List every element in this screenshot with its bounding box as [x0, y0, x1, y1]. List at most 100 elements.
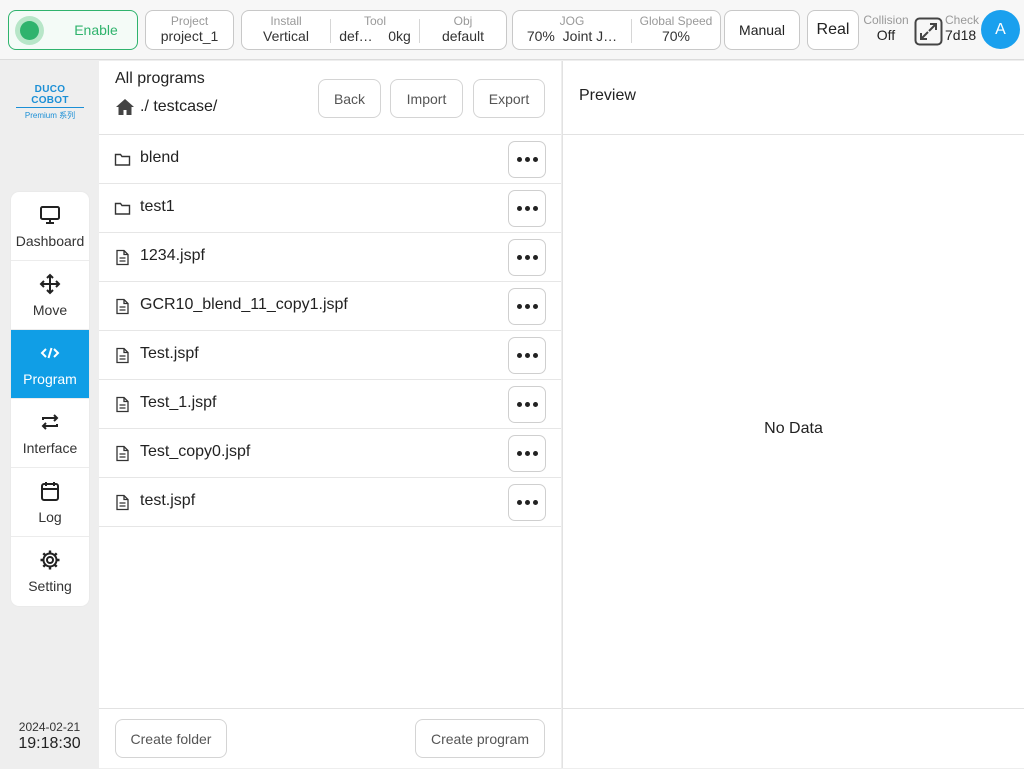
list-item[interactable]: test1 — [99, 184, 561, 233]
create-program-button[interactable]: Create program — [415, 719, 545, 758]
swap-arrows-icon — [41, 414, 59, 430]
item-name: Test_1.jspf — [140, 394, 217, 411]
collision-value: Off — [876, 27, 896, 43]
power-status-icon — [15, 16, 44, 45]
top-status-bar: Enable Project project_1 Install Vertica… — [0, 0, 1024, 60]
manual-mode-button[interactable]: Manual — [724, 10, 800, 50]
obj-value: default — [441, 28, 485, 44]
logo-sub: Premium 系列 — [24, 111, 76, 120]
expand-icon[interactable] — [914, 17, 943, 46]
back-button[interactable]: Back — [318, 79, 381, 118]
global-speed-value: 70% — [661, 28, 691, 44]
project-label: Project — [170, 14, 209, 28]
tool-name: def… — [339, 28, 373, 44]
folder-icon — [114, 153, 131, 166]
nav-label: Log — [38, 509, 62, 525]
file-icon — [116, 396, 129, 413]
enable-toggle[interactable]: Enable — [8, 10, 138, 50]
file-icon — [116, 298, 129, 315]
global-speed-setting[interactable]: Global Speed 70% — [632, 11, 720, 49]
preview-panel: Preview No Data — [562, 61, 1024, 768]
nav-label: Program — [23, 371, 77, 387]
more-options-button[interactable] — [508, 239, 546, 276]
nav-item-interface[interactable]: Interface — [11, 399, 89, 468]
nav-item-program[interactable]: Program — [11, 330, 89, 399]
nav-item-dashboard[interactable]: Dashboard — [11, 192, 89, 261]
list-item[interactable]: blend — [99, 135, 561, 184]
user-avatar[interactable]: A — [981, 10, 1020, 49]
panel-title: All programs — [115, 70, 205, 87]
collision-label: Collision — [863, 13, 909, 27]
calendar-icon — [41, 482, 59, 501]
list-item[interactable]: Test.jspf — [99, 331, 561, 380]
code-icon — [40, 347, 60, 359]
real-mode-button[interactable]: Real — [807, 10, 859, 50]
obj-setting[interactable]: Obj default — [420, 11, 506, 49]
jog-setting[interactable]: JOG 70% Joint J… — [513, 11, 631, 49]
collision-status[interactable]: Collision Off — [860, 14, 912, 44]
import-button[interactable]: Import — [390, 79, 463, 118]
sidebar: DUCO COBOT Premium 系列 Dashboard Move Pro… — [0, 61, 99, 769]
global-speed-label: Global Speed — [639, 14, 713, 28]
nav-item-move[interactable]: Move — [11, 261, 89, 330]
check-label: Check — [945, 13, 980, 27]
nav-label: Move — [32, 302, 68, 318]
program-list-header: All programs ./ testcase/ Back Import Ex… — [99, 61, 561, 135]
check-value: 7d18 — [945, 27, 977, 43]
list-item[interactable]: 1234.jspf — [99, 233, 561, 282]
tool-values: def… 0kg — [331, 28, 419, 45]
jog-speed-group: JOG 70% Joint J… Global Speed 70% — [512, 10, 721, 50]
nav-item-setting[interactable]: Setting — [11, 537, 89, 606]
breadcrumb-path: ./ testcase/ — [140, 98, 218, 115]
home-icon[interactable] — [115, 97, 135, 117]
more-options-button[interactable] — [508, 337, 546, 374]
more-options-button[interactable] — [508, 386, 546, 423]
program-list-footer: Create folder Create program — [99, 708, 561, 768]
install-setting[interactable]: Install Vertical — [242, 11, 330, 49]
list-item[interactable]: GCR10_blend_11_copy1.jspf — [99, 282, 561, 331]
more-options-button[interactable] — [508, 141, 546, 178]
nav-label: Interface — [22, 440, 78, 456]
tool-setting[interactable]: Tool def… 0kg — [331, 11, 419, 49]
tool-load: 0kg — [388, 28, 411, 44]
preview-title: Preview — [579, 87, 636, 104]
more-options-button[interactable] — [508, 288, 546, 325]
more-options-button[interactable] — [508, 435, 546, 472]
main-nav: Dashboard Move Program Interface Log Set… — [11, 192, 89, 606]
create-folder-button[interactable]: Create folder — [115, 719, 227, 758]
list-item[interactable]: Test_copy0.jspf — [99, 429, 561, 478]
project-selector[interactable]: Project project_1 — [145, 10, 234, 50]
system-clock: 2024-02-21 19:18:30 — [0, 720, 99, 753]
list-item[interactable]: test.jspf — [99, 478, 561, 527]
project-value: project_1 — [160, 28, 219, 44]
clock-time: 19:18:30 — [18, 735, 81, 752]
move-arrows-icon — [39, 273, 61, 295]
program-list: blend test1 1234.jspf GCR10_blend_11_cop… — [99, 135, 561, 527]
tool-label: Tool — [363, 14, 386, 28]
duco-cobot-logo: DUCO COBOT Premium 系列 — [16, 84, 84, 121]
logo-brand: DUCO COBOT — [16, 84, 84, 108]
nav-label: Dashboard — [15, 233, 85, 249]
item-name: test.jspf — [140, 492, 196, 509]
more-options-button[interactable] — [508, 190, 546, 227]
install-label: Install — [270, 14, 302, 28]
check-status[interactable]: Check 7d18 — [945, 14, 983, 44]
folder-icon — [114, 202, 131, 215]
item-name: blend — [140, 149, 180, 166]
program-list-panel: All programs ./ testcase/ Back Import Ex… — [99, 61, 561, 768]
file-icon — [116, 494, 129, 511]
more-options-button[interactable] — [508, 484, 546, 521]
file-icon — [116, 347, 129, 364]
preview-footer — [563, 708, 1024, 768]
install-value: Vertical — [263, 28, 309, 44]
jog-values: 70% Joint J… — [513, 28, 631, 45]
jog-speed: 70% — [526, 28, 555, 44]
enable-label: Enable — [74, 22, 118, 38]
list-item[interactable]: Test_1.jspf — [99, 380, 561, 429]
obj-label: Obj — [453, 14, 473, 28]
nav-item-log[interactable]: Log — [11, 468, 89, 537]
export-button[interactable]: Export — [473, 79, 545, 118]
empty-state-text: No Data — [764, 420, 823, 437]
file-icon — [116, 445, 129, 462]
file-icon — [116, 249, 129, 266]
